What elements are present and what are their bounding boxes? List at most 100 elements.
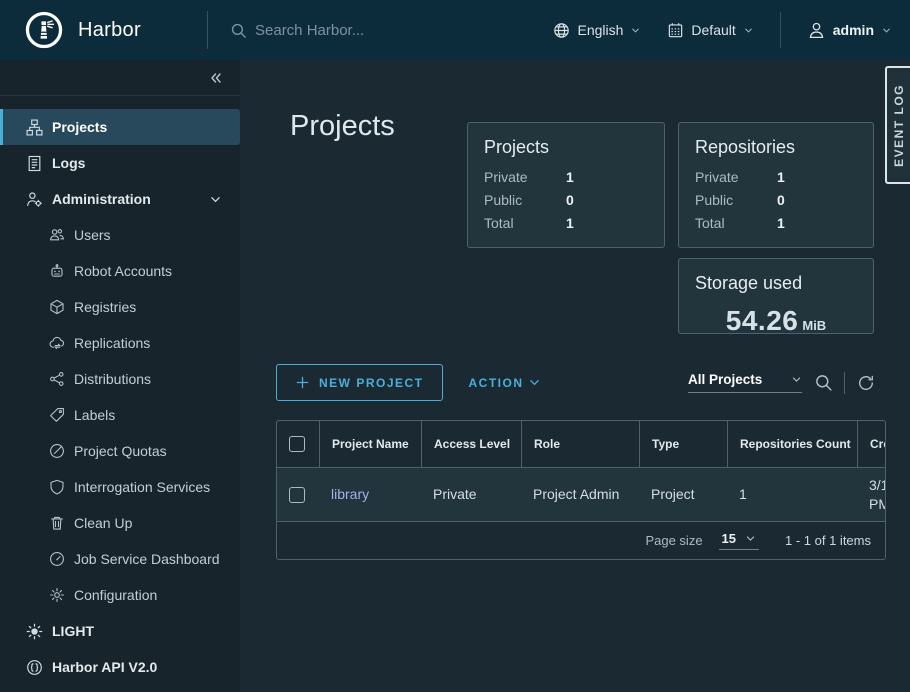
job-service-dashboard-icon	[49, 551, 65, 567]
projects-summary-card: Projects Private 1 Public 0 Total 1	[467, 122, 665, 248]
storage-value-line: 54.26MiB	[695, 305, 857, 337]
clean-up-icon	[49, 515, 65, 531]
configuration-icon	[49, 587, 65, 603]
sidebar-item-project-quotas[interactable]: Project Quotas	[0, 433, 240, 469]
chevron-down-icon	[881, 25, 892, 36]
stat-row: Total 1	[484, 215, 648, 231]
stat-row: Public 0	[695, 192, 857, 208]
sidebar-item-label: Configuration	[74, 587, 157, 603]
column-header[interactable]: Type	[639, 421, 727, 467]
light-icon	[26, 623, 43, 640]
sidebar-item-label: LIGHT	[52, 623, 94, 639]
project-name-link[interactable]: library	[331, 485, 369, 503]
column-header[interactable]: Access Level	[421, 421, 521, 467]
column-header[interactable]: Repositories Count	[727, 421, 857, 467]
collapse-sidebar-icon[interactable]	[208, 70, 224, 86]
sidebar-item-label: Interrogation Services	[74, 479, 210, 495]
robot-accounts-icon	[49, 263, 65, 279]
projects-icon	[26, 119, 43, 136]
chevron-down-icon	[209, 193, 222, 206]
api-icon	[26, 659, 43, 676]
sidebar-item-labels[interactable]: Labels	[0, 397, 240, 433]
sidebar-item-harbor-api[interactable]: Harbor API V2.0	[0, 649, 240, 685]
sidebar-item-label: Logs	[52, 155, 85, 171]
select-all-checkbox[interactable]	[289, 436, 305, 452]
registries-icon	[49, 299, 65, 315]
sidebar-item-administration[interactable]: Administration	[0, 181, 240, 217]
toolbar: NEW PROJECT ACTION	[276, 364, 541, 401]
sidebar-item-label: Administration	[52, 191, 151, 207]
page-size-label: Page size	[645, 533, 702, 548]
search-input[interactable]	[255, 22, 485, 39]
stat-value: 0	[777, 192, 785, 208]
sidebar-item-projects[interactable]: Projects	[0, 109, 240, 145]
storage-summary-card: Storage used 54.26MiB	[678, 258, 874, 334]
stat-label: Total	[484, 215, 566, 231]
sidebar-item-robot-accounts[interactable]: Robot Accounts	[0, 253, 240, 289]
stat-row: Private 1	[484, 169, 648, 185]
type-cell: Project	[639, 468, 727, 521]
header-divider	[780, 12, 781, 48]
stat-label: Total	[695, 215, 777, 231]
column-header[interactable]: Role	[521, 421, 639, 467]
row-checkbox[interactable]	[289, 487, 305, 503]
sidebar-item-clean-up[interactable]: Clean Up	[0, 505, 240, 541]
labels-icon	[49, 407, 65, 423]
sidebar-item-label: Harbor API V2.0	[52, 659, 157, 675]
chevron-down-icon	[528, 376, 541, 389]
items-range: 1 - 1 of 1 items	[785, 533, 871, 548]
sidebar-item-users[interactable]: Users	[0, 217, 240, 253]
projects-table: Project Name Access Level Role Type Repo…	[276, 420, 886, 560]
page-size-value: 15	[722, 531, 736, 546]
new-project-button[interactable]: NEW PROJECT	[276, 364, 443, 401]
user-menu[interactable]: admin	[807, 21, 892, 40]
sidebar-item-interrogation-services[interactable]: Interrogation Services	[0, 469, 240, 505]
sidebar-item-label: Project Quotas	[74, 443, 167, 459]
project-filter-select[interactable]: All Projects	[688, 372, 802, 393]
harbor-app: Harbor English Defa	[0, 0, 910, 692]
harbor-logo-icon	[24, 10, 64, 50]
table-header-row: Project Name Access Level Role Type Repo…	[277, 421, 885, 468]
replications-icon	[49, 335, 65, 351]
stat-value: 1	[777, 215, 785, 231]
sidebar-item-job-service-dashboard[interactable]: Job Service Dashboard	[0, 541, 240, 577]
storage-value: 54.26	[726, 305, 799, 336]
table-footer: Page size 15 1 - 1 of 1 items	[277, 522, 885, 559]
theme-menu[interactable]: Default	[667, 22, 753, 39]
stat-row: Private 1	[695, 169, 857, 185]
user-icon	[807, 21, 826, 40]
user-label: admin	[833, 22, 874, 38]
header: Harbor English Defa	[0, 0, 910, 60]
creation-time-cell: 3/1 PM	[857, 468, 885, 521]
column-header[interactable]: Cre	[857, 421, 885, 467]
sidebar-item-configuration[interactable]: Configuration	[0, 577, 240, 613]
filter-search-icon[interactable]	[814, 373, 833, 392]
search-icon	[230, 22, 247, 39]
sidebar-item-label: Replications	[74, 335, 150, 351]
logs-icon	[26, 155, 43, 172]
new-project-label: NEW PROJECT	[319, 376, 424, 390]
header-divider	[207, 11, 208, 49]
plus-icon	[295, 375, 310, 390]
event-log-tab[interactable]: EVENT LOG	[885, 66, 910, 184]
chevron-down-icon	[791, 374, 802, 385]
action-label: ACTION	[469, 376, 524, 390]
chevron-down-icon	[743, 25, 754, 36]
administration-icon	[26, 191, 43, 208]
brand[interactable]: Harbor	[0, 10, 207, 50]
stat-row: Total 1	[695, 215, 857, 231]
language-menu[interactable]: English	[553, 22, 641, 39]
page-size-select[interactable]: 15	[719, 531, 759, 550]
refresh-icon[interactable]	[857, 374, 875, 392]
sidebar-nav: Projects Logs Administration	[0, 96, 240, 685]
sidebar-item-logs[interactable]: Logs	[0, 145, 240, 181]
column-header[interactable]: Project Name	[319, 421, 421, 467]
sidebar-item-replications[interactable]: Replications	[0, 325, 240, 361]
theme-label: Default	[691, 22, 735, 38]
sidebar-item-light-theme[interactable]: LIGHT	[0, 613, 240, 649]
sidebar-item-registries[interactable]: Registries	[0, 289, 240, 325]
action-dropdown[interactable]: ACTION	[469, 376, 541, 390]
sidebar-item-label: Labels	[74, 407, 115, 423]
distributions-icon	[49, 371, 65, 387]
sidebar-item-distributions[interactable]: Distributions	[0, 361, 240, 397]
